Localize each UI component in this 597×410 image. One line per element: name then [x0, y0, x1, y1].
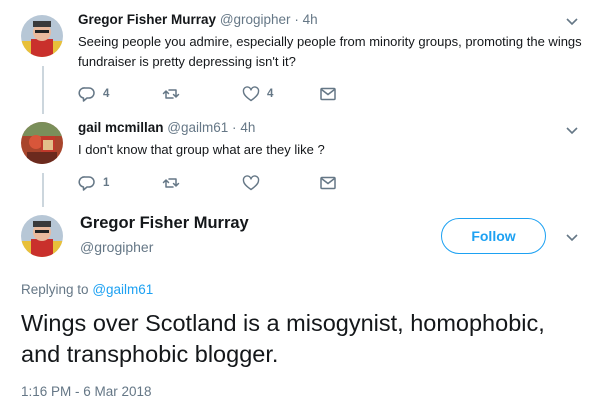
tweet-header: gail mcmillan @gailm61 · 4h — [78, 120, 255, 135]
reply-button[interactable]: 4 — [78, 85, 109, 103]
tweet-header: Gregor Fisher Murray @grogipher · 4h — [78, 12, 318, 27]
tweet-text: I don't know that group what are they li… — [78, 142, 325, 157]
reply-count: 4 — [103, 88, 110, 100]
tweet-time[interactable]: 4h — [240, 120, 255, 135]
display-name[interactable]: gail mcmillan — [78, 120, 164, 135]
handle[interactable]: @gailm61 — [167, 120, 228, 135]
handle[interactable]: @grogipher — [220, 12, 291, 27]
chevron-down-icon[interactable] — [564, 13, 580, 29]
reply-icon — [78, 85, 96, 103]
avatar[interactable] — [21, 15, 63, 57]
direct-message-button[interactable] — [319, 174, 337, 192]
separator: · — [294, 12, 299, 27]
direct-message-icon — [319, 174, 337, 192]
reply-button[interactable]: 1 — [78, 174, 109, 192]
reply-count: 1 — [103, 177, 110, 189]
avatar[interactable] — [21, 122, 63, 164]
display-name[interactable]: Gregor Fisher Murray — [78, 12, 216, 27]
tweet-text: Seeing people you admire, especially peo… — [78, 34, 582, 69]
display-name[interactable]: Gregor Fisher Murray — [80, 214, 249, 233]
retweet-button[interactable] — [162, 174, 187, 192]
thread-connector — [42, 173, 44, 207]
like-icon — [242, 174, 260, 192]
direct-message-button[interactable] — [319, 85, 337, 103]
like-button[interactable]: 4 — [242, 85, 273, 103]
follow-button[interactable]: Follow — [441, 218, 546, 254]
direct-message-icon — [319, 85, 337, 103]
retweet-icon — [162, 85, 180, 103]
like-count: 4 — [267, 88, 274, 100]
handle[interactable]: @grogipher — [80, 239, 153, 255]
chevron-down-icon[interactable] — [564, 122, 580, 138]
thread-connector — [42, 66, 44, 114]
replying-to: Replying to @gailm61 — [21, 282, 153, 297]
replying-prefix: Replying to — [21, 282, 89, 297]
like-button[interactable] — [242, 174, 267, 192]
tweet-timestamp[interactable]: 1:16 PM - 6 Mar 2018 — [21, 384, 152, 399]
like-icon — [242, 85, 260, 103]
tweet-text: Wings over Scotland is a misogynist, hom… — [21, 310, 545, 367]
avatar[interactable] — [21, 215, 63, 257]
reply-icon — [78, 174, 96, 192]
separator: · — [232, 120, 237, 135]
retweet-icon — [162, 174, 180, 192]
tweet-time[interactable]: 4h — [303, 12, 318, 27]
chevron-down-icon[interactable] — [564, 229, 580, 245]
retweet-button[interactable] — [162, 85, 187, 103]
replying-to-link[interactable]: @gailm61 — [92, 282, 153, 297]
